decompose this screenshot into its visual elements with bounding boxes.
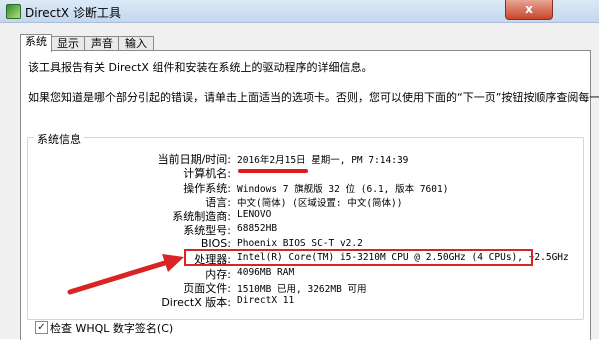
directx-diag-window: DirectX 诊断工具 x 系统 显示 声音 输入 该工具报告有关 Direc…	[0, 0, 599, 340]
tab-system[interactable]: 系统	[20, 34, 52, 52]
annotation-arrow-head	[162, 254, 184, 272]
annotation-overlay	[67, 254, 184, 295]
annotation-arrow-shaft	[67, 259, 171, 295]
